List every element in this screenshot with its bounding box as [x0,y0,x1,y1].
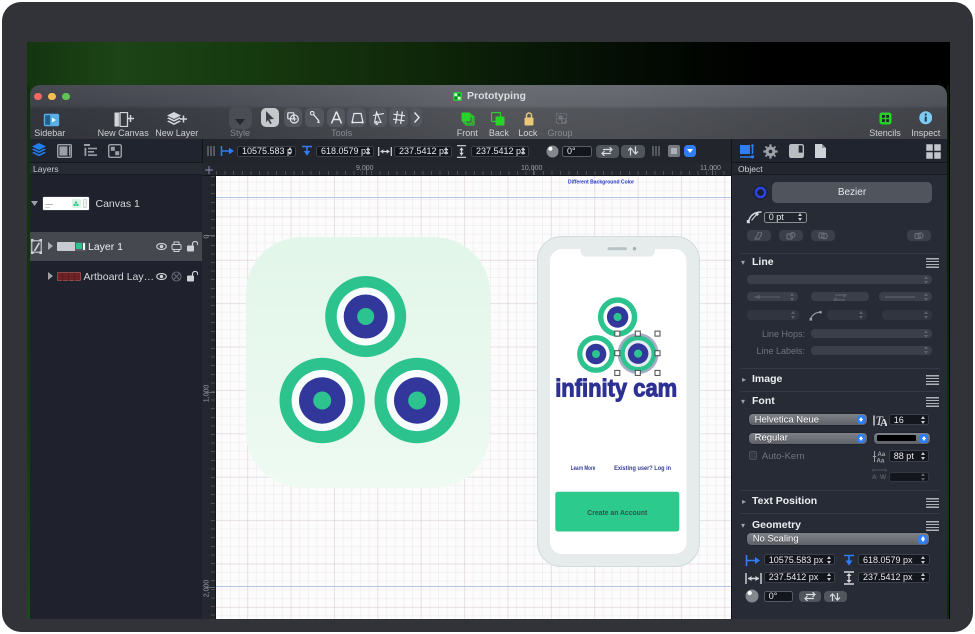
svg-text:Aa: Aa [878,452,886,458]
svg-text:Existing user? Log in: Existing user? Log in [614,465,671,472]
svg-text:Aa: Aa [877,458,885,463]
svg-text:A: A [872,474,877,481]
svg-text:Learn More: Learn More [571,465,596,472]
svg-text:W: W [880,474,887,481]
svg-text:A: A [880,417,887,427]
svg-text:Create an Account: Create an Account [587,508,648,517]
svg-text:infinity cam: infinity cam [555,375,677,403]
